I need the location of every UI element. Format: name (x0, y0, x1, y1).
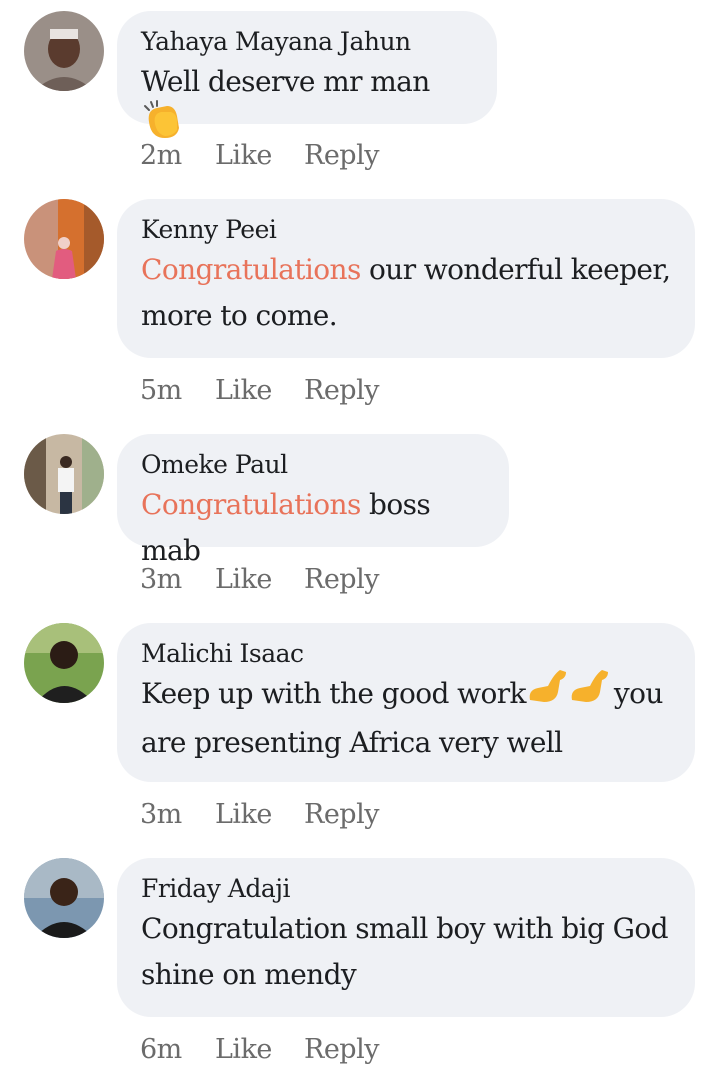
comment-time: 5m (140, 375, 182, 406)
highlighted-word[interactable]: Congratulations (141, 253, 361, 286)
comment-text: Congratulations boss mab (141, 482, 485, 574)
like-button[interactable]: Like (215, 140, 272, 171)
comment-text-body: Keep up with the good work (141, 677, 526, 710)
avatar[interactable] (24, 199, 104, 279)
reply-button[interactable]: Reply (304, 799, 379, 830)
flexed-biceps-icon (526, 666, 614, 720)
comment-time: 6m (140, 1034, 182, 1065)
highlighted-word[interactable]: Congratulations (141, 488, 361, 521)
comment-bubble: Friday Adaji Congratulation small boy wi… (117, 858, 695, 1017)
avatar[interactable] (24, 434, 104, 514)
comment-author[interactable]: Kenny Peei (141, 215, 671, 245)
comment-text: Keep up with the good work you are prese… (141, 669, 671, 766)
comment-author[interactable]: Malichi Isaac (141, 639, 671, 669)
reply-button[interactable]: Reply (304, 1034, 379, 1065)
reply-button[interactable]: Reply (304, 140, 379, 171)
comment-author[interactable]: Yahaya Mayana Jahun (141, 27, 473, 57)
comment-text: Congratulation small boy with big God sh… (141, 906, 671, 998)
comment-time: 3m (140, 799, 182, 830)
like-button[interactable]: Like (215, 799, 272, 830)
reply-button[interactable]: Reply (304, 564, 379, 595)
avatar[interactable] (24, 623, 104, 703)
avatar[interactable] (24, 11, 104, 91)
comment-bubble: Omeke Paul Congratulations boss mab (117, 434, 509, 567)
comment-author[interactable]: Omeke Paul (141, 450, 485, 480)
comment-text: Congratulations our wonderful keeper, mo… (141, 247, 671, 339)
comment-bubble: Kenny Peei Congratulations our wonderful… (117, 199, 695, 358)
like-button[interactable]: Like (215, 375, 272, 406)
comment-bubble: Malichi Isaac Keep up with the good work… (117, 623, 695, 782)
comment-text-body: Congratulation small boy with big God sh… (141, 912, 669, 991)
comment-bubble: Yahaya Mayana Jahun Well deserve mr man (117, 11, 497, 138)
reply-button[interactable]: Reply (304, 375, 379, 406)
avatar[interactable] (24, 858, 104, 938)
comment-author[interactable]: Friday Adaji (141, 874, 671, 904)
comment-time: 2m (140, 140, 182, 171)
like-button[interactable]: Like (215, 1034, 272, 1065)
like-button[interactable]: Like (215, 564, 272, 595)
comment-time: 3m (140, 564, 182, 595)
comment-text-body: Well deserve mr man (141, 65, 430, 98)
